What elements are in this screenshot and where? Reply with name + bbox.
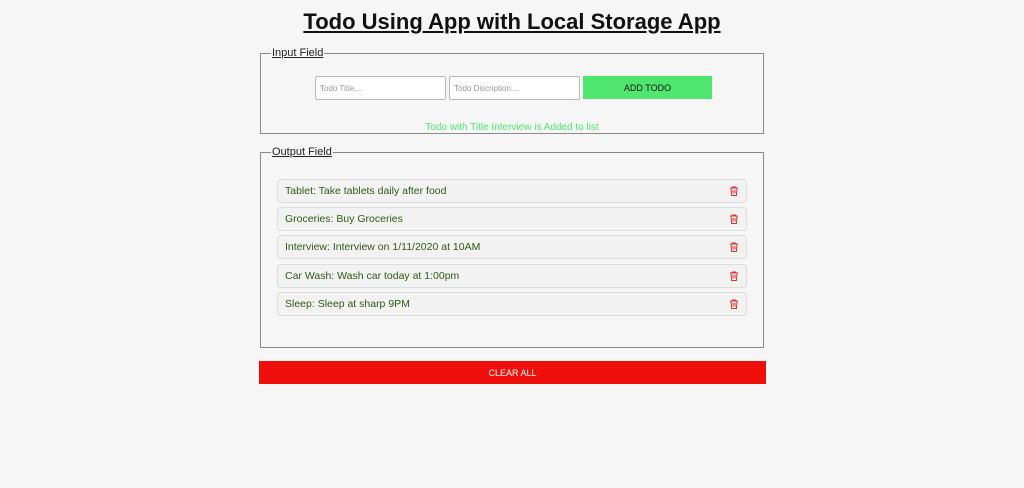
todo-item-text: Groceries: Buy Groceries xyxy=(285,213,403,226)
input-fieldset-legend: Input Field xyxy=(272,47,324,59)
clear-all-button[interactable]: CLEAR ALL xyxy=(259,361,766,384)
todo-item-text: Tablet: Take tablets daily after food xyxy=(285,185,447,197)
todo-item: Car Wash: Wash car today at 1:00pm xyxy=(277,263,747,288)
output-fieldset: Output Field Tablet: Take tablets daily … xyxy=(260,146,764,348)
trash-icon[interactable] xyxy=(728,241,740,253)
todo-item-text: Sleep: Sleep at sharp 9PM xyxy=(285,297,410,310)
todo-item: Interview: Interview on 1/11/2020 at 10A… xyxy=(277,235,747,260)
page-title: Todo Using App with Local Storage App xyxy=(303,9,721,34)
trash-icon[interactable] xyxy=(728,185,740,197)
todo-description-input[interactable] xyxy=(449,76,580,100)
trash-icon[interactable] xyxy=(728,270,740,282)
todo-item-text: Interview: Interview on 1/11/2020 at 10A… xyxy=(285,241,481,254)
trash-icon[interactable] xyxy=(728,213,740,225)
todo-item: Groceries: Buy Groceries xyxy=(277,207,747,232)
trash-icon[interactable] xyxy=(728,298,740,310)
todo-item-text: Car Wash: Wash car today at 1:00pm xyxy=(285,269,460,282)
todo-item: Tablet: Take tablets daily after food xyxy=(277,179,747,203)
todo-list: Tablet: Take tablets daily after food Gr… xyxy=(277,179,747,320)
todo-item: Sleep: Sleep at sharp 9PM xyxy=(277,291,747,316)
input-fieldset: Input Field ADD TODO Todo with Title Int… xyxy=(260,47,764,134)
add-todo-button[interactable]: ADD TODO xyxy=(583,76,712,99)
output-fieldset-legend: Output Field xyxy=(272,146,332,158)
todo-input-row: ADD TODO xyxy=(315,76,712,100)
todo-app: Todo Using App with Local Storage App In… xyxy=(0,0,1024,488)
status-message: Todo with Title Interview is Added to li… xyxy=(425,122,599,133)
todo-title-input[interactable] xyxy=(315,76,446,100)
